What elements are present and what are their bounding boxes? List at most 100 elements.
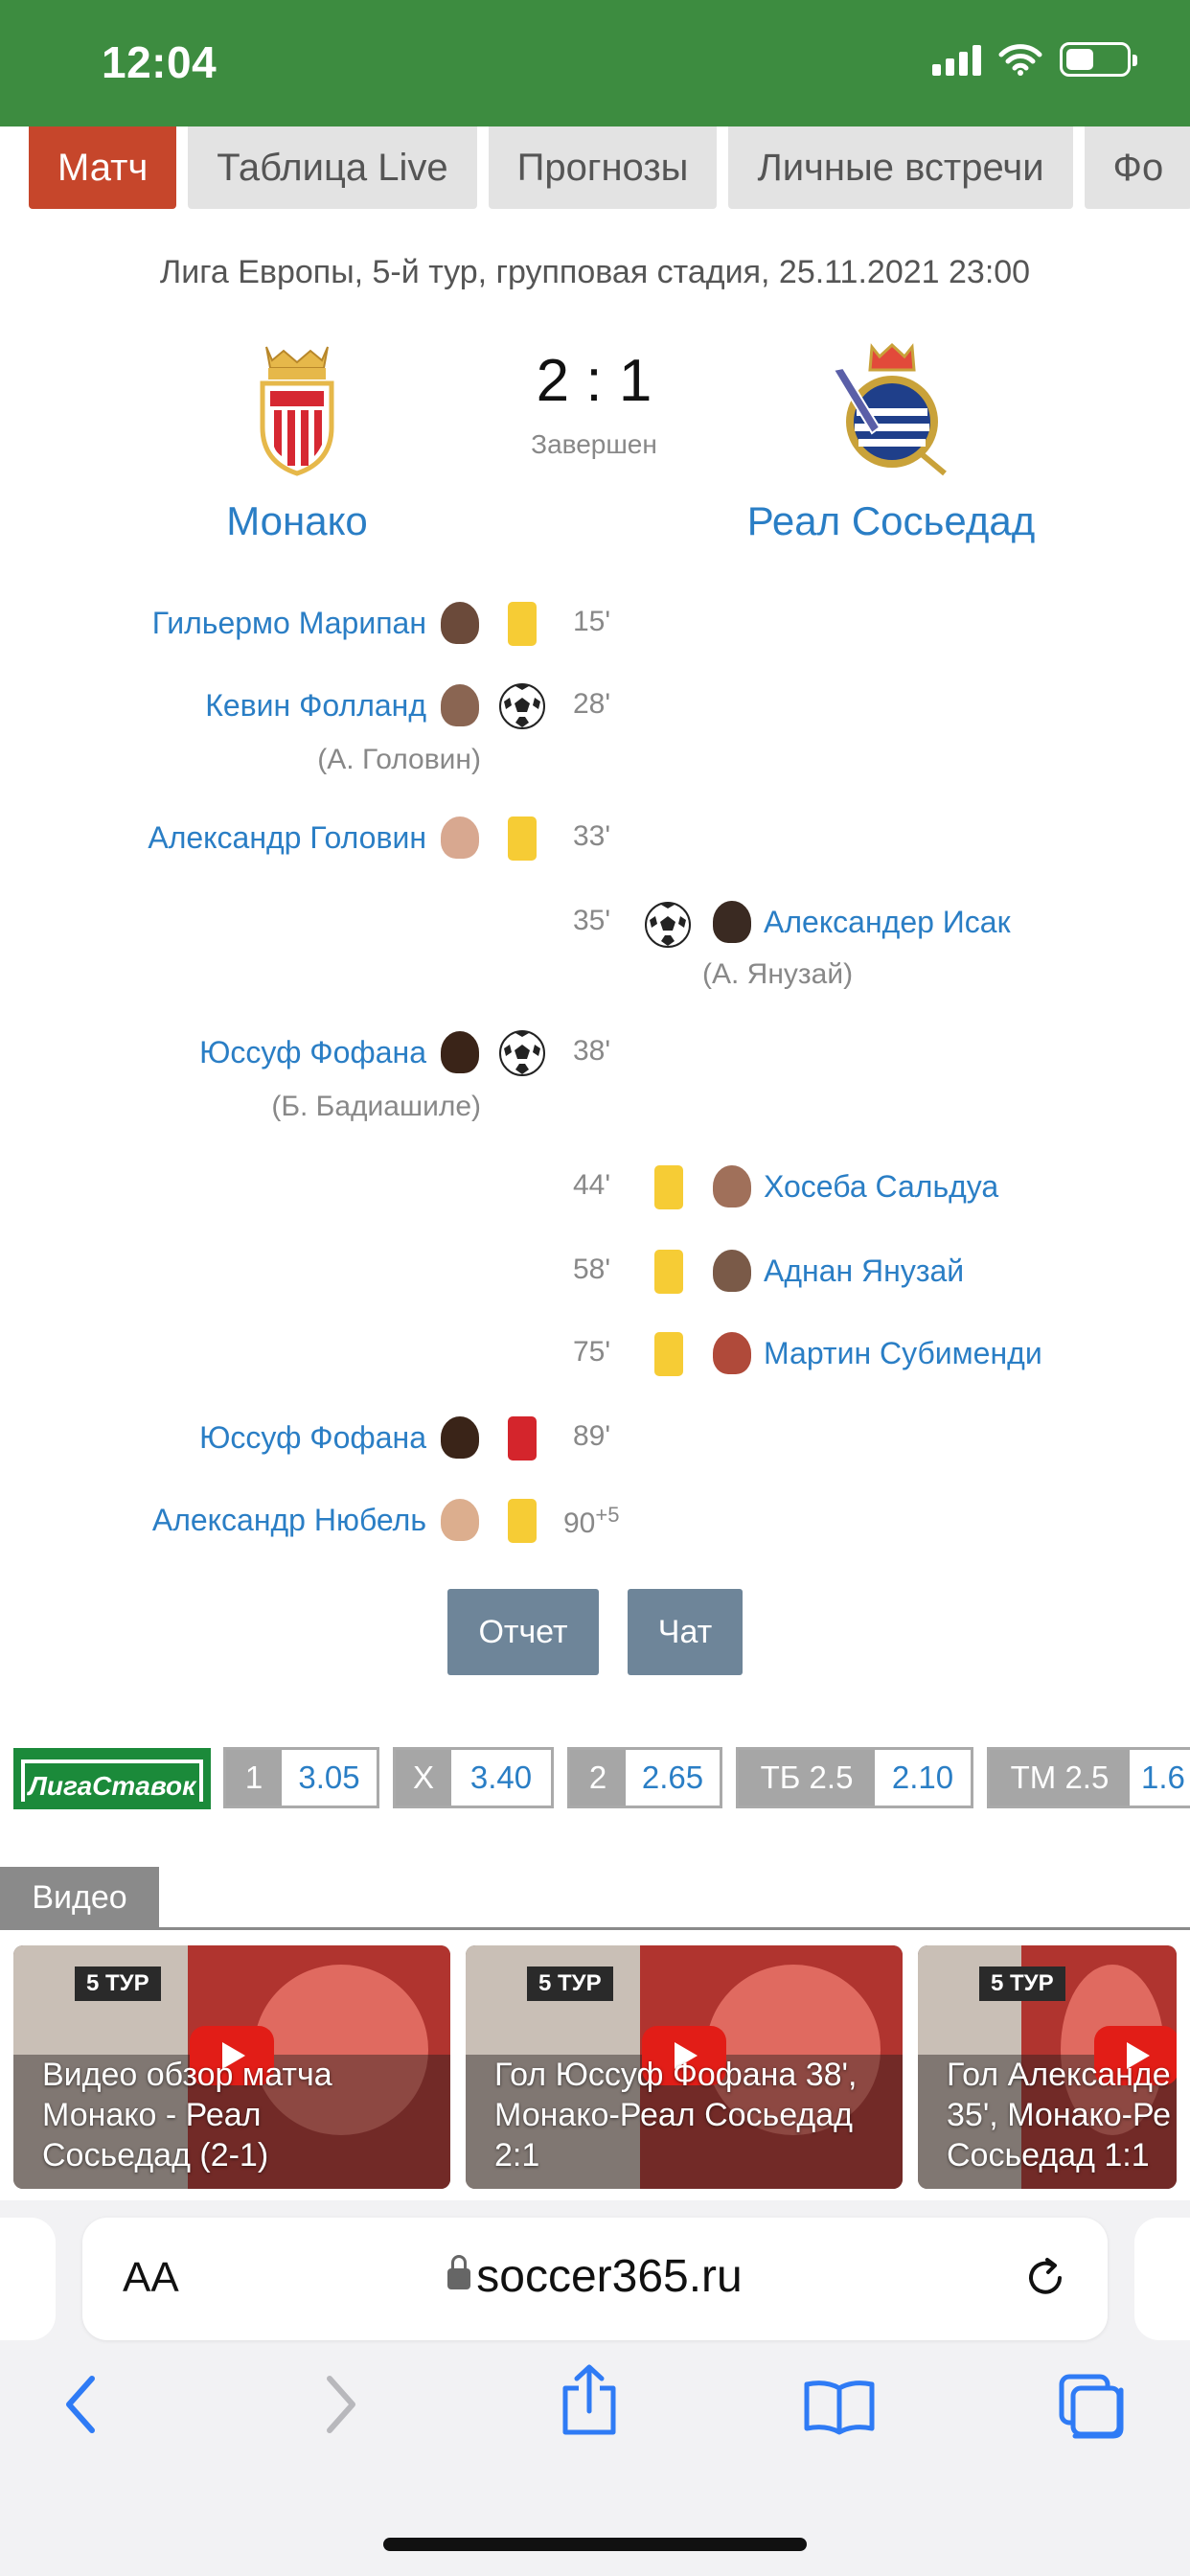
event-player-name[interactable]: Александер Исак bbox=[764, 905, 1011, 940]
soccer-ball-icon bbox=[499, 683, 545, 729]
odds-label: ТБ 2.5 bbox=[739, 1750, 875, 1806]
match-tabs: Матч Таблица Live Прогнозы Личные встреч… bbox=[29, 126, 1190, 211]
yellow-card-icon bbox=[654, 1250, 683, 1294]
event-player-name[interactable]: Юссуф Фофана bbox=[199, 1035, 426, 1070]
odds-away[interactable]: 2 2.65 bbox=[567, 1747, 722, 1808]
bookmarks-icon[interactable] bbox=[803, 2379, 876, 2436]
event-player-name[interactable]: Аднан Янузай bbox=[764, 1254, 964, 1289]
event-minute-base: 90 bbox=[563, 1507, 596, 1539]
event-minute: 44' bbox=[573, 1169, 611, 1201]
chat-button[interactable]: Чат bbox=[628, 1589, 743, 1675]
event-assist: (Б. Бадиашиле) bbox=[271, 1091, 481, 1122]
event-assist: (А. Янузай) bbox=[702, 958, 854, 990]
event-minute: 75' bbox=[573, 1336, 611, 1368]
cellular-signal-icon bbox=[932, 43, 981, 76]
divider bbox=[0, 1927, 1190, 1930]
odds-value: 2.65 bbox=[626, 1750, 720, 1806]
event-minute: 58' bbox=[573, 1254, 611, 1285]
player-avatar bbox=[441, 816, 479, 859]
browser-toolbar: AA soccer365.ru bbox=[0, 2200, 1190, 2576]
bookmaker-logo[interactable]: ЛигаСтавок bbox=[13, 1748, 211, 1809]
player-avatar bbox=[441, 1031, 479, 1073]
video-section-header: Видео bbox=[0, 1867, 159, 1928]
status-bar: 12:04 bbox=[0, 0, 1190, 126]
video-card[interactable]: 5 ТУР Гол Александе 35', Монако-Ре Сосье… bbox=[918, 1945, 1177, 2189]
event-player-name[interactable]: Хосеба Сальдуа bbox=[764, 1169, 998, 1205]
share-icon[interactable] bbox=[560, 2363, 619, 2436]
odds-total-under[interactable]: ТМ 2.5 1.6 bbox=[987, 1747, 1190, 1808]
next-tab-peek[interactable] bbox=[1134, 2218, 1190, 2340]
tabs-icon[interactable] bbox=[1058, 2373, 1125, 2440]
yellow-card-icon bbox=[508, 1499, 537, 1543]
player-avatar bbox=[441, 602, 479, 644]
event-player-name[interactable]: Юссуф Фофана bbox=[199, 1420, 426, 1456]
match-score: 2 : 1 bbox=[536, 348, 652, 414]
odds-label: X bbox=[396, 1750, 451, 1806]
event-minute: 38' bbox=[573, 1035, 611, 1067]
odds-home[interactable]: 1 3.05 bbox=[223, 1747, 379, 1808]
event-player-name[interactable]: Кевин Фолланд bbox=[205, 688, 426, 724]
tab-match[interactable]: Матч bbox=[29, 126, 177, 209]
odds-total-over[interactable]: ТБ 2.5 2.10 bbox=[736, 1747, 973, 1808]
tab-more[interactable]: Фо bbox=[1084, 126, 1190, 209]
event-minute: 15' bbox=[573, 606, 611, 637]
video-card[interactable]: 5 ТУР Видео обзор матча Монако - Реал Со… bbox=[13, 1945, 450, 2189]
tab-head-to-head[interactable]: Личные встречи bbox=[728, 126, 1073, 209]
event-assist: (А. Головин) bbox=[317, 744, 481, 775]
real-sociedad-crest-icon[interactable] bbox=[830, 341, 954, 477]
forward-icon[interactable] bbox=[322, 2373, 360, 2436]
monaco-crest-icon[interactable] bbox=[257, 341, 337, 477]
video-tag: 5 ТУР bbox=[979, 1966, 1065, 2001]
player-avatar bbox=[441, 684, 479, 726]
odds-value: 2.10 bbox=[875, 1750, 971, 1806]
tab-live-table[interactable]: Таблица Live bbox=[188, 126, 477, 209]
home-indicator bbox=[383, 2538, 807, 2551]
tab-predictions[interactable]: Прогнозы bbox=[488, 126, 718, 209]
yellow-card-icon bbox=[654, 1165, 683, 1209]
player-avatar bbox=[441, 1499, 479, 1541]
reload-icon[interactable] bbox=[1021, 2254, 1069, 2302]
soccer-ball-icon bbox=[499, 1030, 545, 1076]
event-player-name[interactable]: Гильермо Марипан bbox=[152, 606, 426, 641]
odds-value: 3.05 bbox=[282, 1750, 377, 1806]
status-icons bbox=[932, 42, 1137, 77]
back-icon[interactable] bbox=[61, 2373, 100, 2436]
player-avatar bbox=[713, 1250, 751, 1292]
report-button[interactable]: Отчет bbox=[447, 1589, 599, 1675]
event-player-name[interactable]: Александр Нюбель bbox=[152, 1503, 426, 1538]
odds-label: 2 bbox=[570, 1750, 626, 1806]
event-minute: 90+5 bbox=[563, 1503, 619, 1540]
match-info: Лига Европы, 5-й тур, групповая стадия, … bbox=[159, 254, 1031, 290]
red-card-icon bbox=[508, 1416, 537, 1460]
lock-icon bbox=[447, 2255, 471, 2289]
event-minute: 28' bbox=[573, 688, 611, 720]
bookmaker-name: ЛигаСтавок bbox=[28, 1771, 196, 1801]
yellow-card-icon bbox=[508, 816, 537, 861]
odds-label: 1 bbox=[226, 1750, 282, 1806]
odds-value: 3.40 bbox=[451, 1750, 551, 1806]
url-text[interactable]: soccer365.ru bbox=[82, 2250, 1108, 2303]
event-minute: 35' bbox=[573, 905, 611, 936]
odds-draw[interactable]: X 3.40 bbox=[393, 1747, 554, 1808]
previous-tab-peek[interactable] bbox=[0, 2218, 56, 2340]
yellow-card-icon bbox=[654, 1332, 683, 1376]
url-domain: soccer365.ru bbox=[476, 2251, 743, 2302]
event-player-name[interactable]: Александр Головин bbox=[148, 820, 426, 856]
match-status: Завершен bbox=[531, 429, 657, 459]
event-minute-extra: +5 bbox=[595, 1503, 620, 1527]
video-title: Видео обзор матча Монако - Реал Сосьедад… bbox=[42, 2057, 332, 2174]
event-minute: 89' bbox=[573, 1420, 611, 1452]
away-team-name[interactable]: Реал Сосьедад bbox=[719, 498, 1064, 544]
video-tag: 5 ТУР bbox=[75, 1966, 161, 2001]
home-team-name[interactable]: Монако bbox=[153, 498, 441, 544]
address-bar[interactable]: AA soccer365.ru bbox=[82, 2218, 1108, 2340]
event-player-name[interactable]: Мартин Субименди bbox=[764, 1336, 1042, 1371]
video-tag: 5 ТУР bbox=[527, 1966, 613, 2001]
player-avatar bbox=[441, 1416, 479, 1459]
status-time: 12:04 bbox=[102, 37, 217, 87]
video-title: Гол Юссуф Фофана 38', Монако-Реал Сосьед… bbox=[494, 2057, 858, 2174]
player-avatar bbox=[713, 1165, 751, 1208]
player-avatar bbox=[713, 1332, 751, 1374]
battery-icon bbox=[1060, 42, 1137, 77]
video-card[interactable]: 5 ТУР Гол Юссуф Фофана 38', Монако-Реал … bbox=[466, 1945, 903, 2189]
